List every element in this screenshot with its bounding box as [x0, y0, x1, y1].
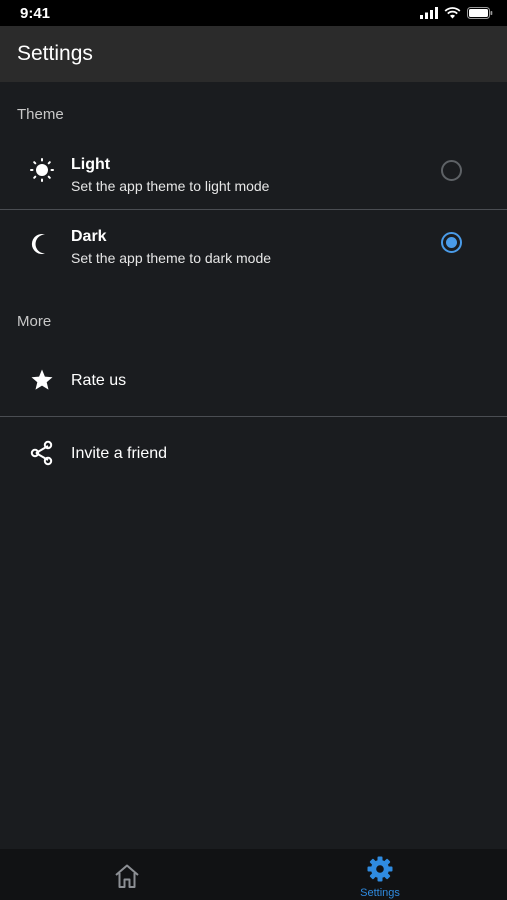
- theme-option-dark[interactable]: Dark Set the app theme to dark mode: [0, 210, 507, 282]
- app-header: Settings: [0, 26, 507, 82]
- section-label-theme: Theme: [17, 106, 64, 123]
- battery-icon: [467, 7, 493, 19]
- status-bar: 9:41: [0, 0, 507, 26]
- share-icon: [30, 440, 53, 466]
- theme-option-light[interactable]: Light Set the app theme to light mode: [0, 134, 507, 206]
- theme-option-title: Dark: [71, 228, 107, 245]
- tab-label: Settings: [360, 887, 400, 899]
- tab-bar: Settings: [0, 849, 507, 900]
- page-title: Settings: [17, 42, 93, 65]
- more-item-label: Invite a friend: [71, 445, 168, 462]
- theme-option-subtitle: Set the app theme to dark mode: [71, 250, 272, 266]
- more-item-invite-friend[interactable]: Invite a friend: [0, 417, 507, 489]
- signal-icon: [420, 7, 438, 19]
- more-item-rate-us[interactable]: Rate us: [0, 344, 507, 416]
- home-icon: [115, 864, 139, 888]
- gear-icon: [367, 856, 393, 882]
- section-label-more: More: [17, 313, 52, 330]
- radio-dark[interactable]: [441, 232, 462, 253]
- tab-home[interactable]: [77, 849, 177, 900]
- theme-option-subtitle: Set the app theme to light mode: [71, 178, 270, 194]
- theme-option-title: Light: [71, 156, 111, 173]
- radio-light[interactable]: [441, 160, 462, 181]
- moon-icon: [31, 234, 45, 254]
- status-time: 9:41: [20, 5, 51, 22]
- wifi-icon: [444, 7, 461, 19]
- star-icon: [31, 369, 53, 390]
- status-icons: [420, 6, 493, 20]
- tab-settings[interactable]: Settings: [330, 849, 430, 900]
- more-item-label: Rate us: [71, 372, 127, 389]
- settings-screen: 9:41 Settings Theme Light Set the app th…: [0, 0, 507, 900]
- sun-icon: [30, 158, 54, 182]
